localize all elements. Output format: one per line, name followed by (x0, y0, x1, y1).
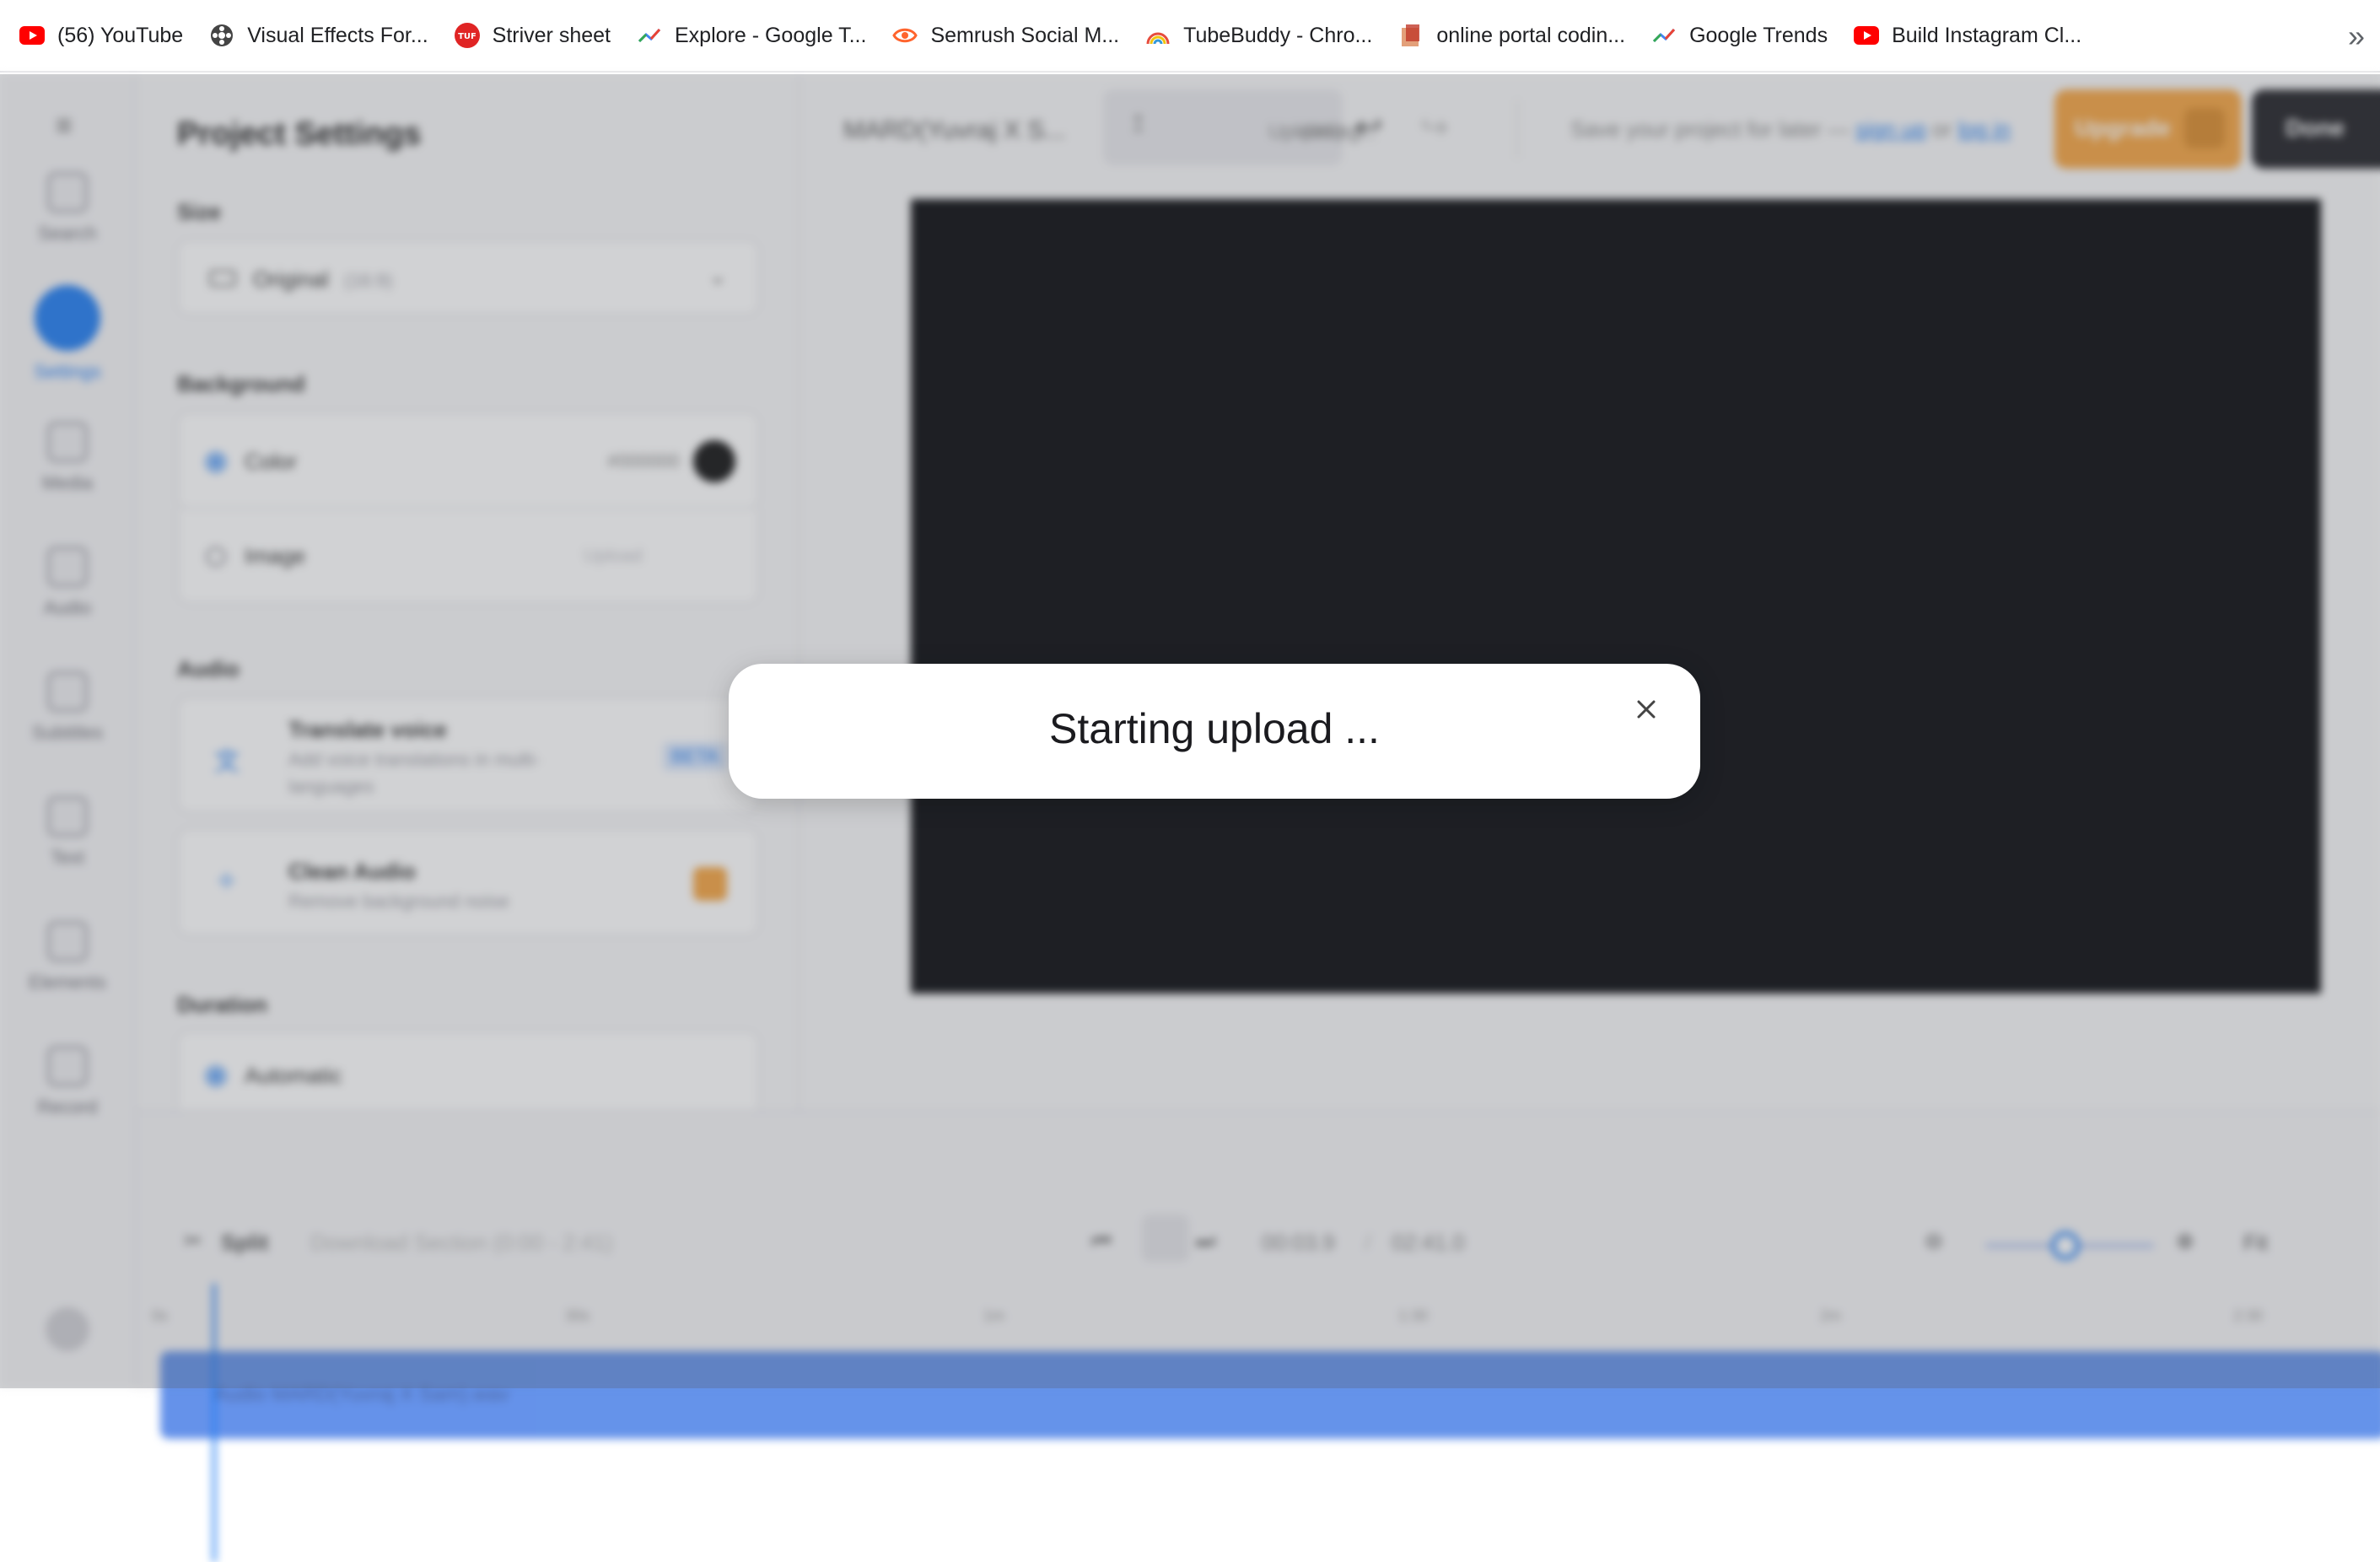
bookmark-label: Striver sheet (492, 23, 611, 47)
bookmark-youtube[interactable]: (56) YouTube (19, 22, 183, 49)
bookmark-label: (56) YouTube (57, 23, 184, 47)
close-icon[interactable] (1629, 692, 1663, 726)
upload-status-dialog: Starting upload ... (729, 664, 1700, 799)
bookmark-google-trends[interactable]: Google Trends (1650, 22, 1828, 49)
bookmarks-bar: (56) YouTube Visual Effects For... TUF S… (0, 0, 2380, 73)
dialog-message: Starting upload ... (1049, 705, 1380, 752)
bookmark-tubebuddy[interactable]: TubeBuddy - Chro... (1144, 22, 1372, 49)
more-bookmarks-chevron-icon[interactable]: » (2348, 19, 2365, 54)
box-icon (1397, 22, 1424, 49)
bookmark-label: Build Instagram Cl... (1892, 23, 2082, 47)
svg-text:TUF: TUF (458, 32, 477, 41)
bookmark-label: Semrush Social M... (930, 23, 1120, 47)
rainbow-icon (1144, 22, 1171, 49)
bookmark-label: online portal codin... (1436, 23, 1626, 47)
trends-icon (1650, 22, 1677, 49)
bookmark-striver-sheet[interactable]: TUF Striver sheet (454, 22, 611, 49)
trends-icon (636, 22, 663, 49)
bookmark-label: Explore - Google T... (675, 23, 867, 47)
bookmark-online-portal[interactable]: online portal codin... (1397, 22, 1625, 49)
bookmark-label: TubeBuddy - Chro... (1183, 23, 1373, 47)
film-reel-icon (208, 22, 235, 49)
bookmark-visual-effects[interactable]: Visual Effects For... (208, 22, 428, 49)
bookmark-build-instagram[interactable]: Build Instagram Cl... (1853, 22, 2081, 49)
youtube-icon (19, 22, 46, 49)
semrush-icon (891, 22, 918, 49)
bookmark-semrush[interactable]: Semrush Social M... (891, 22, 1119, 49)
bookmark-explore-google-trends[interactable]: Explore - Google T... (636, 22, 866, 49)
youtube-icon (1853, 22, 1880, 49)
bookmark-label: Google Trends (1689, 23, 1828, 47)
bookmark-label: Visual Effects For... (247, 23, 428, 47)
tuf-logo-icon: TUF (454, 22, 481, 49)
